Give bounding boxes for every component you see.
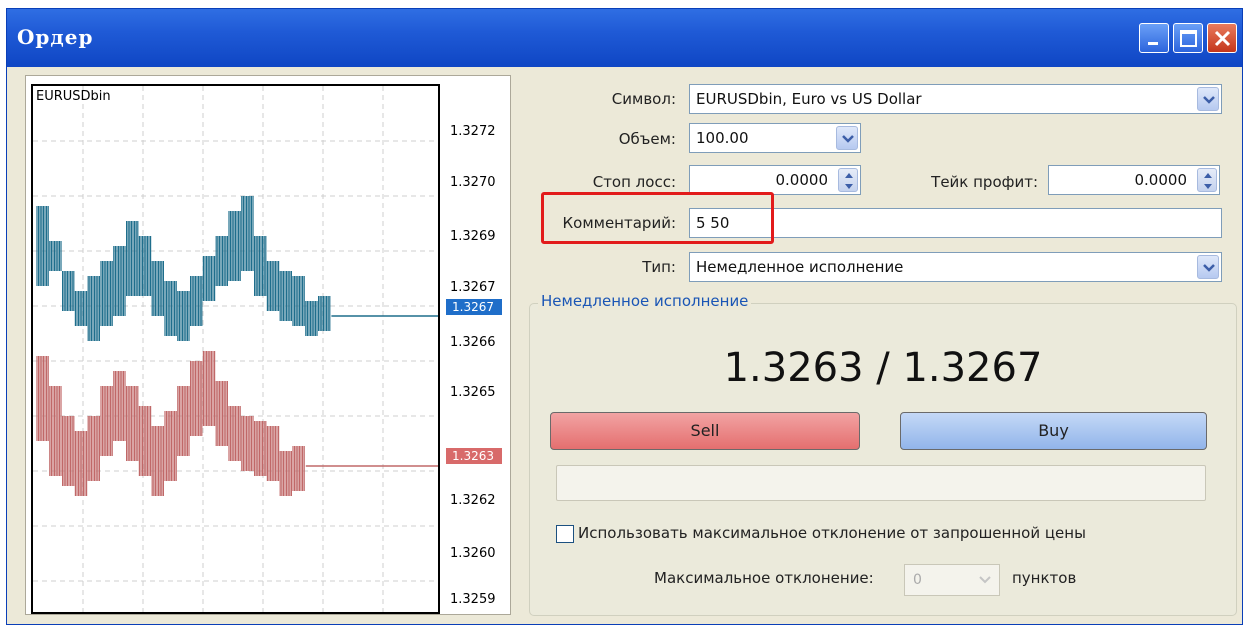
maximize-button[interactable] [1173,23,1203,53]
volume-value: 100.00 [696,129,749,147]
price-axis-label: 1.3272 [450,124,496,139]
spinner-arrows-icon [1204,173,1212,189]
symbol-value: EURUSDbin, Euro vs US Dollar [696,90,922,108]
bid-price-tag: 1.3263 [446,448,502,464]
takeprofit-spinner[interactable] [1197,168,1217,192]
takeprofit-label: Тейк профит: [931,173,1038,191]
tick-chart: EURUSDbin 1.3272 1.3270 1.3269 1.3267 1.… [25,75,511,615]
max-deviation-checkbox[interactable] [556,525,574,543]
stoploss-spinner[interactable] [838,168,858,192]
buy-button[interactable]: Buy [900,412,1207,450]
symbol-dropdown-button[interactable] [1197,87,1219,111]
chart-canvas [33,86,438,612]
max-deviation-checkbox-label[interactable]: Использовать максимальное отклонение от … [578,524,1086,542]
chart-symbol: EURUSDbin [36,89,111,104]
price-axis-label: 1.3266 [450,335,496,350]
volume-dropdown-button[interactable] [836,126,858,150]
close-button[interactable] [1207,23,1237,53]
status-box [556,465,1206,501]
comment-highlight-frame [541,192,774,244]
symbol-label: Символ: [611,90,676,108]
symbol-select[interactable]: EURUSDbin, Euro vs US Dollar [689,84,1222,114]
execution-group-title: Немедленное исполнение [538,292,752,310]
price-axis-label: 1.3265 [450,385,496,400]
takeprofit-value: 0.0000 [1134,171,1188,189]
type-dropdown-button[interactable] [1197,255,1219,279]
ask-price-tag: 1.3267 [446,299,502,315]
chevron-down-icon [1203,264,1215,272]
chevron-down-icon [979,576,991,584]
price-axis-label: 1.3267 [450,280,496,295]
price-axis-label: 1.3259 [450,592,496,607]
minimize-icon [1148,42,1158,45]
price-axis-label: 1.3269 [450,229,496,244]
spinner-arrows-icon [845,173,853,189]
maximize-icon [1180,30,1197,47]
chart-plot-area: EURUSDbin [31,84,440,614]
stoploss-label: Стоп лосс: [592,173,676,191]
chevron-down-icon [1203,96,1215,104]
stoploss-value: 0.0000 [775,171,829,189]
type-select[interactable]: Немедленное исполнение [689,252,1222,282]
title-bar[interactable]: Ордер [7,9,1242,67]
price-axis-label: 1.3262 [450,493,496,508]
takeprofit-field[interactable]: 0.0000 [1048,165,1220,195]
type-label: Тип: [642,258,676,276]
max-deviation-select: 0 [904,564,1000,596]
price-axis-label: 1.3270 [450,175,496,190]
volume-select[interactable]: 100.00 [689,123,861,153]
max-deviation-value: 0 [913,572,922,588]
deviation-unit: пунктов [1012,569,1077,587]
stoploss-field[interactable]: 0.0000 [689,165,861,195]
sell-button[interactable]: Sell [550,412,860,450]
max-deviation-label: Максимальное отклонение: [654,569,874,587]
volume-label: Объем: [618,130,676,148]
close-icon [1214,30,1231,47]
chevron-down-icon [842,135,854,143]
price-axis-label: 1.3260 [450,546,496,561]
type-value: Немедленное исполнение [696,258,904,276]
bid-ask-quote: 1.3263 / 1.3267 [723,345,1043,391]
minimize-button[interactable] [1139,23,1169,53]
window-title: Ордер [17,25,94,49]
